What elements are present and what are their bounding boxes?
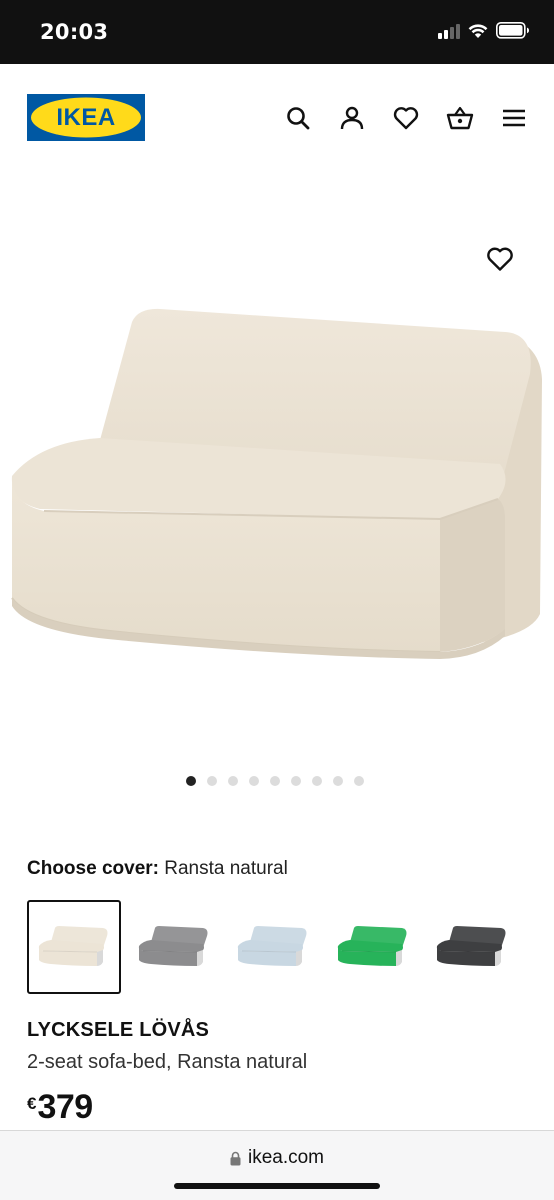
favourites-icon[interactable] [392, 104, 420, 132]
cellular-signal-icon [438, 23, 460, 39]
cover-swatch[interactable] [27, 900, 121, 994]
header-icons [284, 104, 528, 132]
site-header: IKEA [0, 64, 554, 174]
cover-swatch-thumbnail [337, 926, 406, 966]
url-display[interactable]: ikea.com [0, 1147, 554, 1169]
price-currency: € [27, 1094, 37, 1113]
cover-swatch[interactable] [425, 900, 519, 994]
ikea-logo-text: IKEA [56, 104, 115, 131]
carousel-dot[interactable] [249, 776, 259, 786]
cover-swatch-thumbnail [237, 926, 307, 966]
cover-swatch-thumbnail [138, 926, 207, 966]
product-price: € 379 [27, 1088, 93, 1127]
cover-swatches [27, 900, 537, 996]
carousel-dot[interactable] [354, 776, 364, 786]
status-bar: 20:03 [0, 0, 554, 64]
browser-address-bar[interactable]: ikea.com [0, 1130, 554, 1200]
carousel-dot[interactable] [291, 776, 301, 786]
cover-swatch[interactable] [326, 900, 420, 994]
sofa-bed-image [11, 308, 542, 659]
ikea-logo[interactable]: IKEA [27, 94, 145, 141]
status-icons [438, 22, 530, 39]
url-text: ikea.com [247, 1147, 325, 1168]
price-amount: 379 [37, 1088, 93, 1126]
carousel-dot[interactable] [312, 776, 322, 786]
product-description: 2-seat sofa-bed, Ransta natural [27, 1051, 308, 1073]
cover-swatch-thumbnail [38, 926, 108, 966]
carousel-dot[interactable] [207, 776, 217, 786]
cover-swatch[interactable] [127, 900, 221, 994]
selected-cover-name: Ransta natural [164, 858, 288, 879]
carousel-dot[interactable] [228, 776, 238, 786]
cover-swatch[interactable] [226, 900, 320, 994]
choose-cover-label: Choose cover: Ransta natural [27, 858, 288, 880]
menu-icon[interactable] [500, 104, 528, 132]
carousel-dot[interactable] [333, 776, 343, 786]
search-icon[interactable] [284, 104, 312, 132]
product-image[interactable] [0, 174, 554, 764]
choose-cover-heading: Choose cover: [27, 858, 159, 879]
battery-icon [496, 22, 529, 39]
status-time: 20:03 [40, 20, 109, 44]
basket-icon[interactable] [446, 104, 474, 132]
home-indicator[interactable] [174, 1183, 380, 1189]
account-icon[interactable] [338, 104, 366, 132]
cover-swatch-thumbnail [436, 926, 506, 966]
carousel-dot[interactable] [186, 776, 196, 786]
carousel-dot[interactable] [270, 776, 280, 786]
wifi-icon [468, 23, 488, 38]
product-name[interactable]: LYCKSELE LÖVÅS [27, 1019, 209, 1042]
carousel-dots[interactable] [186, 776, 364, 786]
add-to-favourites-heart-icon[interactable] [486, 246, 514, 272]
lock-icon [230, 1151, 241, 1165]
